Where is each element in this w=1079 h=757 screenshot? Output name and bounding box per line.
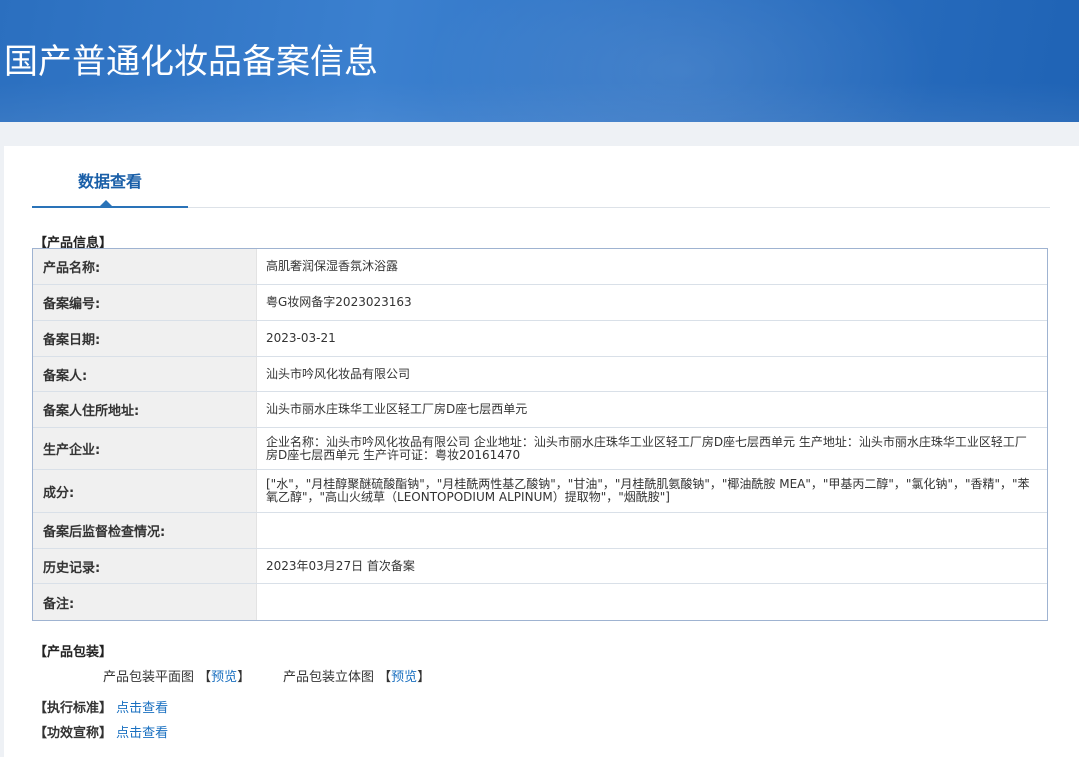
tab-divider bbox=[188, 207, 1050, 208]
table-row: 备案人住所地址: 汕头市丽水庄珠华工业区轻工厂房D座七层西单元 bbox=[33, 392, 1047, 428]
bracket-close: 】 bbox=[417, 670, 431, 685]
row-value: 汕头市丽水庄珠华工业区轻工厂房D座七层西单元 bbox=[266, 402, 528, 416]
packaging-stereo-preview-link[interactable]: 预览 bbox=[391, 670, 417, 685]
row-value bbox=[257, 513, 1047, 548]
table-row: 成分: ["水"，"月桂醇聚醚硫酸酯钠"，"月桂酰两性基乙酸钠"，"甘油"，"月… bbox=[33, 470, 1047, 513]
table-row: 备案编号: 粤G妆网备字2023023163 bbox=[33, 285, 1047, 321]
table-row: 备案后监督检查情况: bbox=[33, 513, 1047, 549]
bracket-open: 【 bbox=[378, 670, 392, 685]
row-value: 高肌奢润保湿香氛沐浴露 bbox=[266, 259, 399, 273]
packaging-stereo-line: 产品包装立体图 【预览】 bbox=[283, 666, 430, 685]
standard-label: 【执行标准】 bbox=[34, 701, 113, 716]
row-label: 备案人: bbox=[33, 357, 257, 391]
bracket-close: 】 bbox=[237, 670, 251, 685]
packaging-stereo-label: 产品包装立体图 bbox=[283, 670, 375, 685]
packaging-label: 【产品包装】 bbox=[34, 645, 113, 660]
row-label: 备案人住所地址: bbox=[33, 392, 257, 427]
efficacy-label: 【功效宣称】 bbox=[34, 726, 113, 741]
table-row: 备案人: 汕头市吟风化妆品有限公司 bbox=[33, 357, 1047, 392]
row-label: 生产企业: bbox=[33, 428, 257, 469]
row-label: 备案编号: bbox=[33, 285, 257, 320]
row-label: 产品名称: bbox=[33, 249, 257, 284]
bracket-open: 【 bbox=[198, 670, 212, 685]
standard-line: 【执行标准】 点击查看 bbox=[34, 697, 168, 716]
product-info-table: 产品名称: 高肌奢润保湿香氛沐浴露 备案编号: 粤G妆网备字2023023163… bbox=[32, 248, 1048, 621]
row-value: 粤G妆网备字2023023163 bbox=[266, 295, 412, 309]
row-value: 汕头市吟风化妆品有限公司 bbox=[266, 366, 411, 381]
efficacy-line: 【功效宣称】 点击查看 bbox=[34, 722, 168, 741]
row-value: 企业名称：汕头市吟风化妆品有限公司 企业地址：汕头市丽水庄珠华工业区轻工厂房D座… bbox=[266, 434, 1027, 462]
table-row: 生产企业: 企业名称：汕头市吟风化妆品有限公司 企业地址：汕头市丽水庄珠华工业区… bbox=[33, 428, 1047, 470]
row-value: 2023-03-21 bbox=[266, 331, 336, 345]
row-value: ["水"，"月桂醇聚醚硫酸酯钠"，"月桂酰两性基乙酸钠"，"甘油"，"月桂酰肌氨… bbox=[266, 477, 1030, 504]
row-value bbox=[257, 584, 1047, 620]
standard-view-link[interactable]: 点击查看 bbox=[116, 701, 168, 716]
table-row: 备案日期: 2023-03-21 bbox=[33, 321, 1047, 357]
efficacy-view-link[interactable]: 点击查看 bbox=[116, 726, 168, 741]
page-title: 国产普通化妆品备案信息 bbox=[4, 42, 378, 82]
row-label: 成分: bbox=[33, 470, 257, 512]
packaging-flat-label: 产品包装平面图 bbox=[103, 670, 195, 685]
row-label: 备案日期: bbox=[33, 321, 257, 356]
row-label: 历史记录: bbox=[33, 549, 257, 583]
content-card: 数据查看 【产品信息】 产品名称: 高肌奢润保湿香氛沐浴露 备案编号: 粤G妆网… bbox=[4, 146, 1079, 757]
table-row: 产品名称: 高肌奢润保湿香氛沐浴露 bbox=[33, 249, 1047, 285]
row-label: 备案后监督检查情况: bbox=[33, 513, 257, 548]
table-row: 备注: bbox=[33, 584, 1047, 620]
tab-active-underline bbox=[32, 206, 188, 208]
row-label: 备注: bbox=[33, 584, 257, 620]
packaging-flat-preview-link[interactable]: 预览 bbox=[211, 670, 237, 685]
table-row: 历史记录: 2023年03月27日 首次备案 bbox=[33, 549, 1047, 584]
packaging-flat-line: 产品包装平面图 【预览】 bbox=[103, 666, 250, 685]
header-banner: 国产普通化妆品备案信息 bbox=[0, 0, 1079, 122]
row-value: 2023年03月27日 首次备案 bbox=[266, 558, 415, 573]
